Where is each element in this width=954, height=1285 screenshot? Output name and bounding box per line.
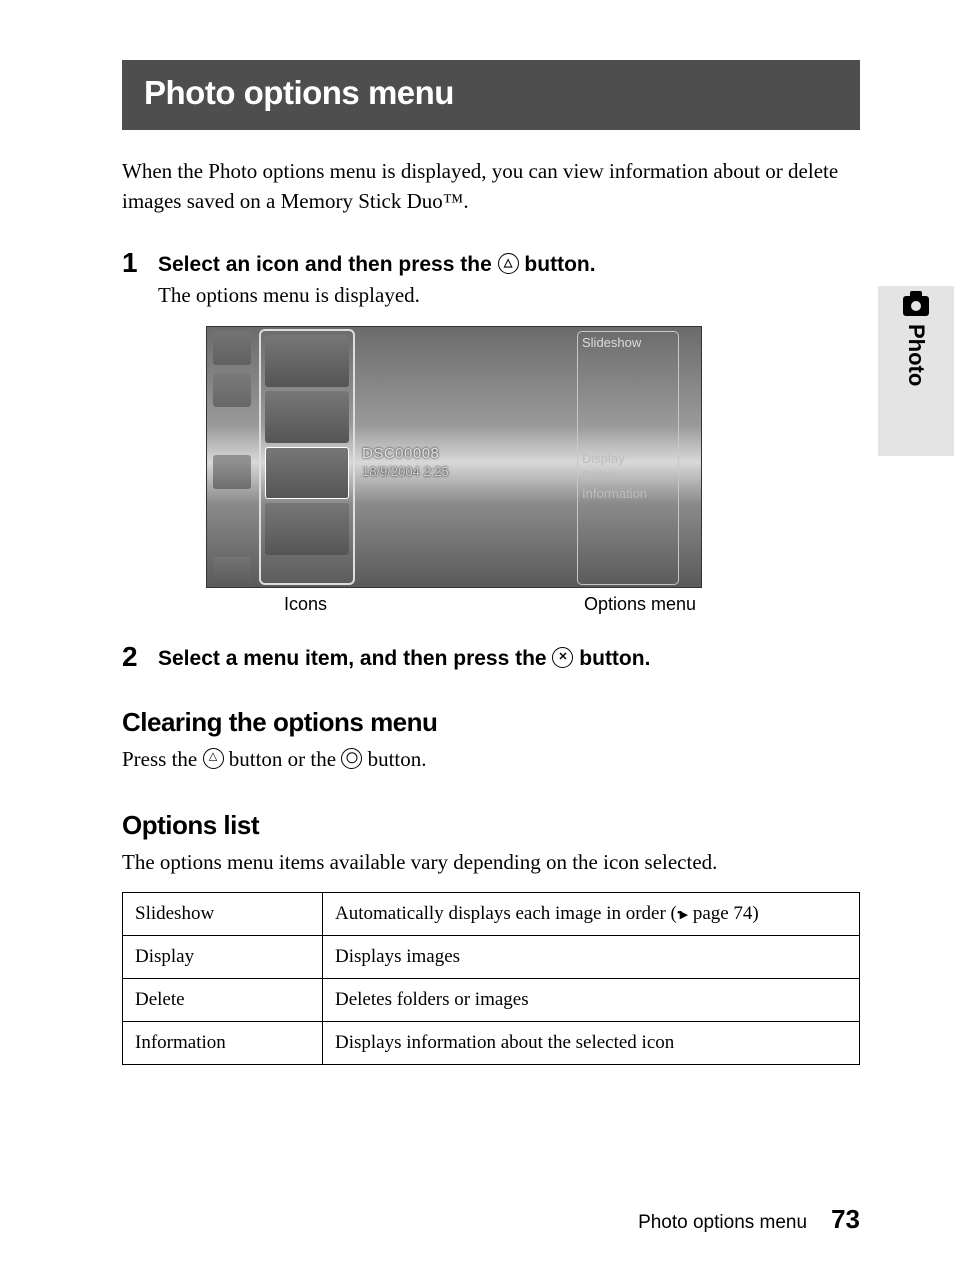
clearing-heading: Clearing the options menu bbox=[122, 707, 860, 738]
options-menu-box: Slideshow Display Delete Information bbox=[577, 331, 679, 585]
option-list: Display Delete Information bbox=[582, 450, 647, 503]
circle-button-icon bbox=[341, 748, 362, 769]
options-list-heading: Options list bbox=[122, 810, 860, 841]
diagram-label-icons: Icons bbox=[284, 594, 327, 615]
table-row: Delete Deletes folders or images bbox=[123, 978, 860, 1021]
option-desc: Displays information about the selected … bbox=[323, 1021, 860, 1064]
intro-text: When the Photo options menu is displayed… bbox=[122, 156, 860, 217]
option-name: Delete bbox=[123, 978, 323, 1021]
table-row: Slideshow Automatically displays each im… bbox=[123, 892, 860, 935]
options-table: Slideshow Automatically displays each im… bbox=[122, 892, 860, 1065]
page-title: Photo options menu bbox=[122, 60, 860, 130]
step-number: 2 bbox=[122, 643, 142, 671]
option-slideshow: Slideshow bbox=[582, 335, 641, 350]
page-ref-icon bbox=[677, 907, 688, 923]
footer-title: Photo options menu bbox=[638, 1212, 807, 1234]
option-name: Information bbox=[123, 1021, 323, 1064]
triangle-button-icon bbox=[498, 253, 519, 274]
option-information: Information bbox=[582, 485, 647, 503]
camera-icon bbox=[903, 296, 929, 316]
footer-page-number: 73 bbox=[831, 1204, 860, 1235]
option-display: Display bbox=[582, 450, 647, 468]
table-row: Information Displays information about t… bbox=[123, 1021, 860, 1064]
step-1-heading: Select an icon and then press the button… bbox=[158, 253, 860, 277]
step-2: 2 Select a menu item, and then press the… bbox=[122, 643, 860, 671]
side-tab-label: Photo bbox=[903, 324, 929, 386]
file-date: 18/9/2004 2:25 bbox=[362, 464, 449, 479]
file-name: DSC00008 bbox=[362, 445, 449, 462]
option-delete: Delete bbox=[582, 467, 647, 485]
clearing-text-mid: button or the bbox=[224, 747, 342, 771]
step-1-heading-pre: Select an icon and then press the bbox=[158, 253, 498, 276]
icons-column bbox=[259, 329, 355, 585]
diagram: DSC00008 18/9/2004 2:25 Slideshow Displa… bbox=[206, 326, 702, 615]
options-list-text: The options menu items available vary de… bbox=[122, 847, 860, 877]
option-desc: Displays images bbox=[323, 935, 860, 978]
option-desc: Deletes folders or images bbox=[323, 978, 860, 1021]
option-name: Slideshow bbox=[123, 892, 323, 935]
step-2-heading-post: button. bbox=[573, 647, 650, 670]
option-name: Display bbox=[123, 935, 323, 978]
clearing-text-pre: Press the bbox=[122, 747, 203, 771]
triangle-button-icon bbox=[203, 748, 224, 769]
clearing-text-post: button. bbox=[362, 747, 426, 771]
table-row: Display Displays images bbox=[123, 935, 860, 978]
x-button-icon bbox=[552, 647, 573, 668]
option-desc: Automatically displays each image in ord… bbox=[323, 892, 860, 935]
diagram-label-options: Options menu bbox=[584, 594, 696, 615]
step-1-sub: The options menu is displayed. bbox=[158, 283, 860, 308]
clearing-text: Press the button or the button. bbox=[122, 744, 860, 774]
step-number: 1 bbox=[122, 249, 142, 623]
step-1-heading-post: button. bbox=[519, 253, 596, 276]
background-icon-column bbox=[213, 331, 251, 588]
step-2-heading-pre: Select a menu item, and then press the bbox=[158, 647, 552, 670]
page-footer: Photo options menu 73 bbox=[122, 1204, 860, 1235]
step-1: 1 Select an icon and then press the butt… bbox=[122, 249, 860, 623]
file-metadata: DSC00008 18/9/2004 2:25 bbox=[362, 445, 449, 479]
step-2-heading: Select a menu item, and then press the b… bbox=[158, 647, 860, 671]
side-tab: Photo bbox=[878, 286, 954, 456]
